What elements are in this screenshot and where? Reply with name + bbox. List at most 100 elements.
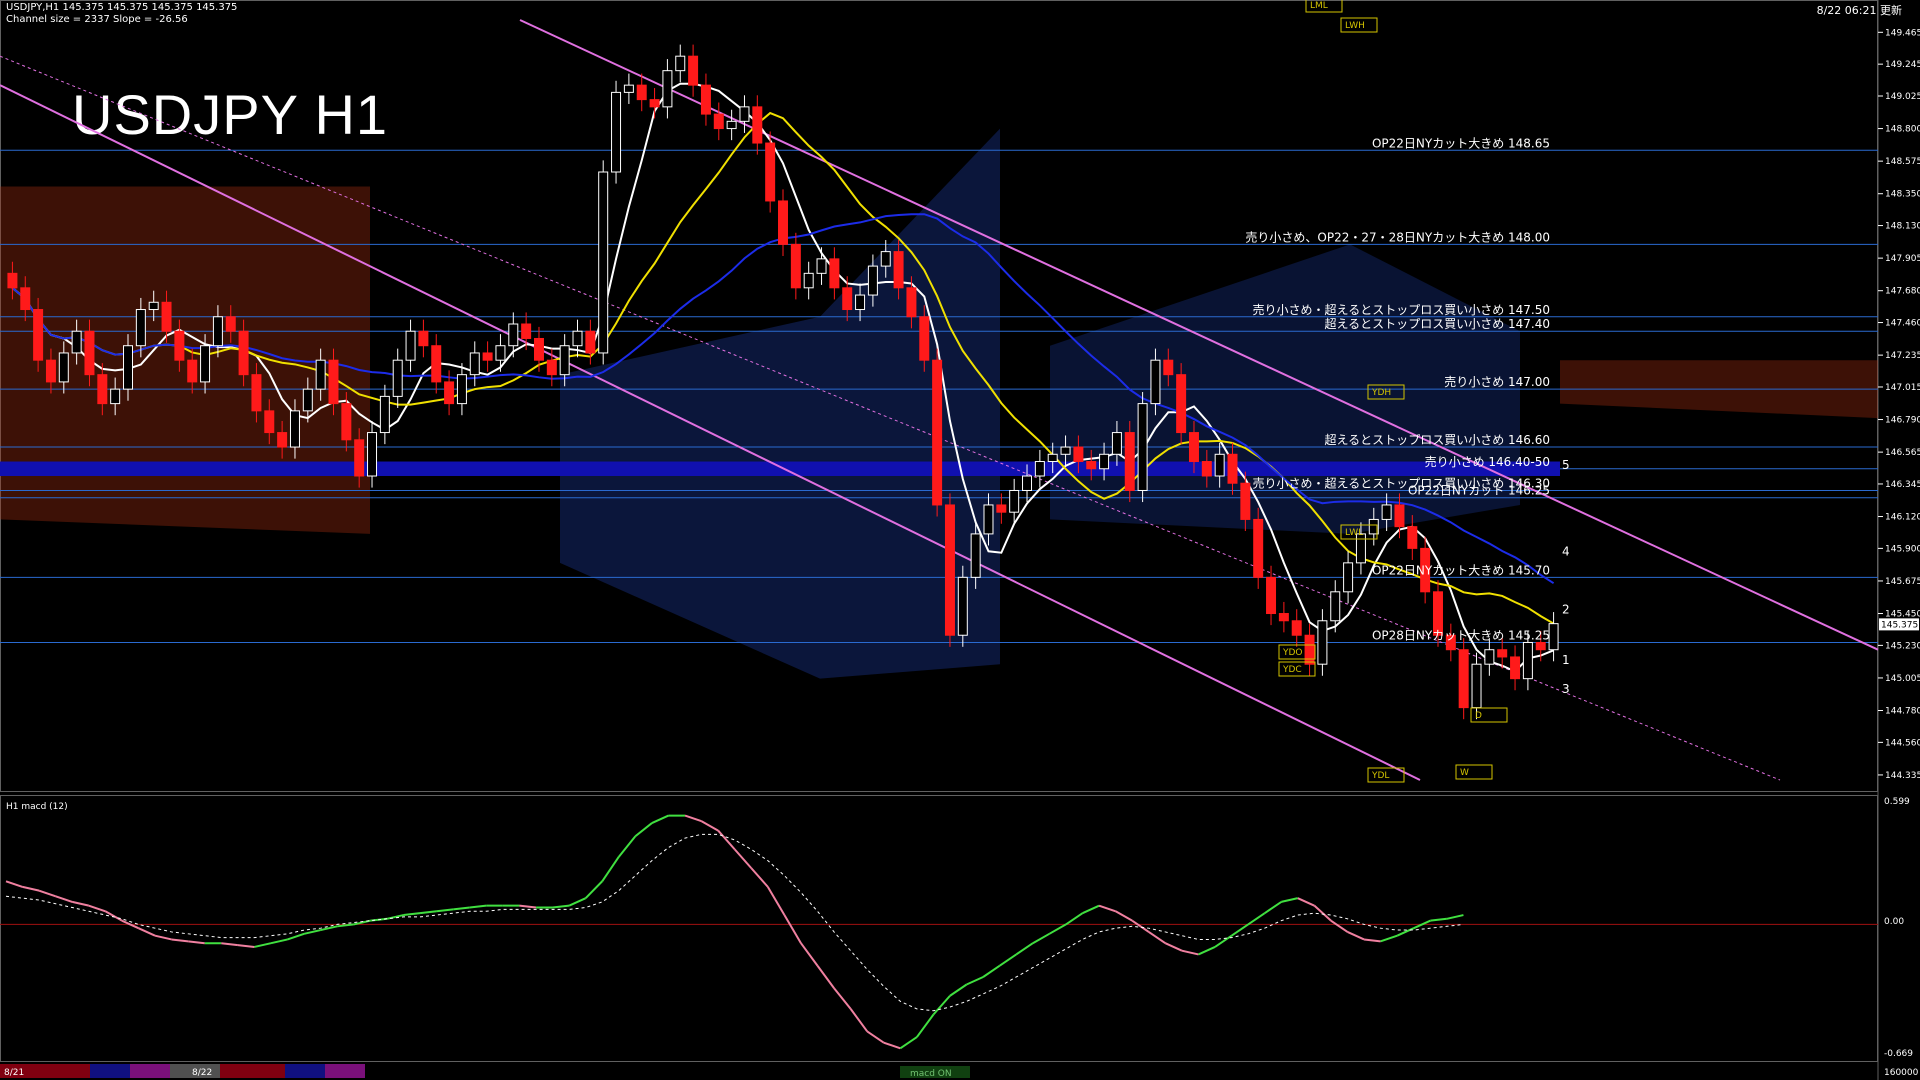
- candle-body: [289, 410, 300, 448]
- candle-body: [778, 200, 788, 245]
- candle-body: [1266, 576, 1277, 615]
- macd-segment: [849, 1008, 869, 1033]
- level-annotation: OP22日NYカット 146.25: [1408, 484, 1550, 498]
- macd-segment: [88, 904, 106, 913]
- candle-body: [1022, 475, 1033, 491]
- candle-body: [225, 316, 236, 332]
- level-tag-label: LML: [1310, 1, 1328, 11]
- macd-segment: [72, 900, 90, 907]
- candle-body: [1073, 446, 1084, 463]
- candle-body: [546, 359, 557, 376]
- macd-segment: [618, 835, 637, 858]
- macd-segment: [171, 938, 189, 943]
- candle-body: [161, 301, 172, 332]
- macd-segment: [154, 934, 172, 941]
- candle-body: [7, 272, 18, 289]
- macd-segment: [403, 912, 421, 917]
- price-tick-label: 148.130: [1885, 222, 1920, 232]
- candle-body: [585, 330, 596, 354]
- candle-body: [1381, 504, 1392, 520]
- price-tick-label: 147.015: [1885, 383, 1920, 393]
- candle-body: [855, 294, 866, 311]
- macd-segment: [1446, 914, 1464, 920]
- candle-body: [983, 504, 994, 535]
- candle-body: [315, 359, 326, 390]
- candle-body: [1099, 453, 1110, 470]
- projection-label: 4: [1562, 545, 1570, 559]
- candle-body: [752, 106, 763, 144]
- candle-body: [379, 395, 390, 434]
- macd-segment: [717, 829, 736, 851]
- candle-body: [1394, 504, 1405, 528]
- macd-segment: [1181, 949, 1199, 956]
- level-tag-label: YDL: [1371, 771, 1389, 781]
- candle-body: [1163, 359, 1174, 376]
- macd-segment: [949, 983, 968, 997]
- macd-segment: [287, 932, 305, 941]
- price-tick-label: 145.230: [1885, 641, 1920, 651]
- price-tick-label: 149.465: [1885, 28, 1920, 38]
- level-annotation: 売り小さめ・超えるとストップロス買い小さめ 147.50: [1253, 302, 1550, 317]
- candle-body: [932, 359, 943, 506]
- price-tick-label: 148.800: [1885, 125, 1920, 135]
- macd-segment: [237, 944, 255, 948]
- macd-segment: [684, 814, 702, 823]
- candle-body: [405, 330, 416, 361]
- macd-segment: [519, 904, 537, 909]
- macd-segment: [568, 897, 587, 907]
- macd-axis: 0.599 0.00 -0.669: [1884, 797, 1913, 1059]
- macd-segment: [1198, 946, 1216, 956]
- price-tick-label: 145.675: [1885, 577, 1920, 587]
- candle-body: [726, 120, 737, 130]
- price-chart[interactable]: OP22日NYカット大きめ 148.65 売り小さめ、OP22・27・28日NYカ…: [0, 0, 1920, 1080]
- macd-segment: [469, 904, 487, 909]
- candle-body: [996, 504, 1007, 513]
- candle-body: [418, 330, 429, 347]
- candle-body: [1188, 432, 1199, 463]
- candle-body: [341, 403, 352, 441]
- candle-body: [842, 287, 853, 311]
- candle-body: [1330, 591, 1341, 622]
- thick-resistance-band: [0, 461, 1560, 476]
- macd-signal-line: [5, 833, 1464, 1012]
- resistance-band: [0, 461, 1560, 476]
- candle-body: [829, 258, 840, 289]
- candle-body: [495, 345, 506, 361]
- macd-segment: [1430, 917, 1447, 922]
- candle-body: [1009, 489, 1020, 513]
- candle-body: [880, 251, 891, 267]
- candle-body: [33, 309, 44, 361]
- macd-segment: [188, 940, 205, 945]
- macd-segment: [419, 910, 437, 915]
- candle-body: [970, 533, 981, 578]
- candle-body: [469, 352, 480, 376]
- candle-body: [1510, 656, 1521, 680]
- candle-body: [675, 55, 686, 72]
- candle-body: [354, 439, 365, 477]
- macd-segment: [552, 904, 570, 909]
- macd-segment: [800, 942, 819, 967]
- macd-segment: [1164, 942, 1183, 952]
- candle-body: [1047, 453, 1058, 463]
- level-tag-label: YDO: [1282, 648, 1303, 658]
- candle-body: [110, 388, 121, 405]
- projection-label: 1: [1562, 653, 1570, 667]
- price-axis: 149.465 149.245 149.025 148.800 148.575 148.3…: [1878, 28, 1920, 781]
- candle-body: [1240, 482, 1251, 520]
- price-tick-label: 146.345: [1885, 480, 1920, 490]
- candle-body: [328, 359, 339, 405]
- price-tick-label: 147.460: [1885, 319, 1920, 329]
- candle-body: [431, 345, 442, 383]
- level-annotation: 超えるとストップロス買い小さめ 146.60: [1325, 432, 1550, 447]
- macd-segment: [899, 1036, 918, 1050]
- price-tick-label: 146.565: [1885, 448, 1920, 458]
- candle-body: [135, 309, 146, 347]
- macd-segment: [701, 820, 719, 832]
- price-tick-label: 145.900: [1885, 544, 1920, 554]
- macd-segment: [1015, 942, 1034, 956]
- candle-body: [662, 70, 673, 108]
- candle-body: [533, 337, 544, 361]
- macd-segment: [1380, 934, 1398, 943]
- price-tick-label: 146.790: [1885, 416, 1920, 426]
- candle-body: [187, 359, 198, 383]
